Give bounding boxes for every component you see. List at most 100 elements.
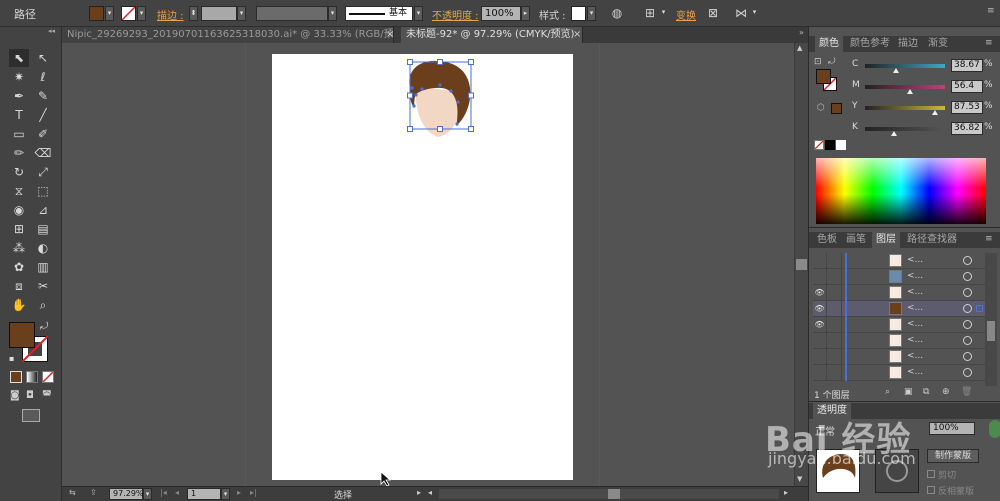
scroll-left-icon[interactable]: ◂ bbox=[428, 488, 432, 497]
channel-slider-m[interactable] bbox=[865, 85, 945, 89]
layer-row[interactable]: <... bbox=[813, 349, 993, 365]
tab-gradient[interactable]: 渐变 bbox=[924, 36, 952, 52]
layers-list[interactable]: <... <... 👁 <... 👁 <... 👁 <... <... <...… bbox=[813, 253, 993, 386]
gradient-tool-icon[interactable]: ▤ bbox=[33, 220, 53, 238]
visibility-toggle[interactable] bbox=[813, 349, 827, 364]
target-circle-icon[interactable] bbox=[963, 320, 972, 329]
channel-value-c[interactable]: 38.67 bbox=[951, 59, 983, 72]
layer-row[interactable]: 👁 <... bbox=[813, 317, 993, 333]
brush-dropdown[interactable]: ▾ bbox=[414, 6, 423, 21]
color-spectrum[interactable] bbox=[816, 158, 986, 224]
align-icon[interactable]: ⊞ bbox=[641, 4, 659, 22]
horizontal-scrollbar[interactable] bbox=[439, 489, 779, 499]
screen-mode-icon[interactable] bbox=[22, 409, 40, 422]
panel-menu-icon[interactable]: ≡ bbox=[985, 38, 993, 48]
white-color-chip[interactable] bbox=[836, 140, 846, 150]
target-circle-icon[interactable] bbox=[963, 368, 972, 377]
perspective-grid-tool-icon[interactable]: ⊿ bbox=[33, 201, 53, 219]
tab-document-2[interactable]: 未标题-92* @ 97.29% (CMYK/预览) × bbox=[401, 27, 583, 43]
visibility-toggle[interactable] bbox=[813, 269, 827, 284]
head-illustration[interactable] bbox=[402, 58, 474, 140]
eraser-tool-icon[interactable]: ⌫ bbox=[33, 144, 53, 162]
tab-stroke[interactable]: 描边 bbox=[894, 36, 922, 52]
clipping-mask-icon[interactable]: ▣ bbox=[904, 387, 913, 397]
slider-thumb-icon[interactable] bbox=[907, 89, 914, 94]
lock-toggle[interactable] bbox=[828, 253, 842, 268]
delete-layer-icon[interactable]: 🗑 bbox=[961, 387, 972, 397]
swap-colors-icon[interactable]: ⤾ bbox=[40, 321, 48, 332]
lock-toggle[interactable] bbox=[828, 301, 842, 316]
page-dropdown[interactable]: ▾ bbox=[221, 488, 230, 500]
free-transform-tool-icon[interactable]: ⬚ bbox=[33, 182, 53, 200]
out-of-gamut-icon[interactable]: ⬡ bbox=[817, 103, 825, 113]
zoom-tool-icon[interactable]: ⌕ bbox=[33, 296, 53, 314]
tab-brushes[interactable]: 画笔 bbox=[842, 232, 870, 248]
target-circle-icon[interactable] bbox=[963, 256, 972, 265]
stroke-label[interactable]: 描边 : bbox=[157, 7, 184, 22]
last-page-icon[interactable]: ▸| bbox=[250, 488, 257, 497]
tabs-overflow-icon[interactable]: » bbox=[799, 28, 804, 37]
visibility-toggle[interactable] bbox=[813, 333, 827, 348]
invert-mask-checkbox[interactable] bbox=[927, 486, 935, 494]
share-icon[interactable]: ⇪ bbox=[90, 488, 97, 497]
tab-pathfinder[interactable]: 路径查找器 bbox=[903, 232, 961, 248]
layer-row[interactable]: <... bbox=[813, 365, 993, 381]
h-scroll-thumb[interactable] bbox=[608, 489, 620, 499]
channel-value-m[interactable]: 56.4 bbox=[951, 80, 983, 93]
shape-builder-tool-icon[interactable]: ◉ bbox=[9, 201, 29, 219]
prev-page-icon[interactable]: ◂ bbox=[175, 488, 179, 497]
mesh-tool-icon[interactable]: ⊞ bbox=[9, 220, 29, 238]
draw-inside-icon[interactable]: ◚ bbox=[42, 390, 52, 401]
tab-color[interactable]: 颜色 bbox=[815, 36, 843, 52]
transparency-opacity-field[interactable]: 100% bbox=[929, 422, 975, 435]
status-menu-arrow[interactable]: ▸ bbox=[417, 488, 421, 497]
transform-options-dropdown[interactable]: ▾ bbox=[750, 6, 759, 21]
transform-options-icon[interactable]: ⋈ bbox=[732, 4, 750, 22]
target-circle-icon[interactable] bbox=[963, 288, 972, 297]
pencil-tool-icon[interactable]: ✏ bbox=[9, 144, 29, 162]
brush-profile-field[interactable]: 基本 bbox=[345, 6, 413, 21]
scroll-thumb[interactable] bbox=[796, 259, 807, 270]
layer-row[interactable]: <... bbox=[813, 269, 993, 285]
black-color-chip[interactable] bbox=[825, 140, 835, 150]
default-fill-stroke-icon[interactable]: ⊡ bbox=[814, 57, 822, 67]
fill-swatch[interactable] bbox=[89, 6, 104, 21]
draw-behind-icon[interactable]: ◘ bbox=[26, 390, 34, 401]
channel-value-k[interactable]: 36.82 bbox=[951, 122, 983, 135]
gradient-mode-button[interactable] bbox=[26, 371, 38, 383]
opacity-arrow[interactable]: ▸ bbox=[521, 6, 530, 21]
new-layer-icon[interactable]: ⊕ bbox=[942, 387, 950, 397]
target-circle-icon[interactable] bbox=[963, 336, 972, 345]
symbol-sprayer-tool-icon[interactable]: ✿ bbox=[9, 258, 29, 276]
slider-thumb-icon[interactable] bbox=[892, 68, 899, 73]
layer-row[interactable]: 👁 <... bbox=[813, 285, 993, 301]
stroke-weight-stepper[interactable]: ⬍ bbox=[189, 6, 198, 21]
target-circle-icon[interactable] bbox=[963, 352, 972, 361]
scroll-up-icon[interactable]: ▲ bbox=[797, 44, 802, 52]
visibility-toggle[interactable] bbox=[813, 253, 827, 268]
lock-toggle[interactable] bbox=[828, 285, 842, 300]
scroll-down-icon[interactable]: ▼ bbox=[797, 475, 802, 483]
graphic-style-swatch[interactable] bbox=[571, 6, 586, 21]
curvature-tool-icon[interactable]: ✎ bbox=[33, 87, 53, 105]
selected-indicator-icon[interactable] bbox=[976, 305, 983, 312]
lock-toggle[interactable] bbox=[828, 333, 842, 348]
lasso-tool-icon[interactable]: ℓ bbox=[33, 68, 53, 86]
assistant-icon[interactable] bbox=[989, 420, 1000, 438]
stroke-weight-field[interactable] bbox=[201, 6, 237, 21]
channel-slider-k[interactable] bbox=[865, 127, 945, 131]
visibility-toggle[interactable] bbox=[813, 365, 827, 380]
eye-icon[interactable]: 👁 bbox=[813, 285, 827, 300]
gamut-swatch[interactable] bbox=[831, 103, 842, 114]
color-mode-button[interactable] bbox=[10, 371, 22, 383]
slider-thumb-icon[interactable] bbox=[891, 131, 898, 136]
selection-tool-icon[interactable]: ⬉ bbox=[9, 49, 29, 67]
panel-menu-icon[interactable]: ≡ bbox=[987, 6, 995, 16]
close-icon[interactable]: × bbox=[573, 27, 581, 42]
align-dropdown[interactable]: ▾ bbox=[659, 6, 668, 21]
lock-toggle[interactable] bbox=[828, 349, 842, 364]
stroke-dropdown[interactable]: ▾ bbox=[137, 6, 146, 21]
opacity-label[interactable]: 不透明度 : bbox=[432, 7, 479, 22]
variable-width-profile[interactable] bbox=[256, 6, 328, 21]
artboard[interactable] bbox=[272, 54, 573, 480]
